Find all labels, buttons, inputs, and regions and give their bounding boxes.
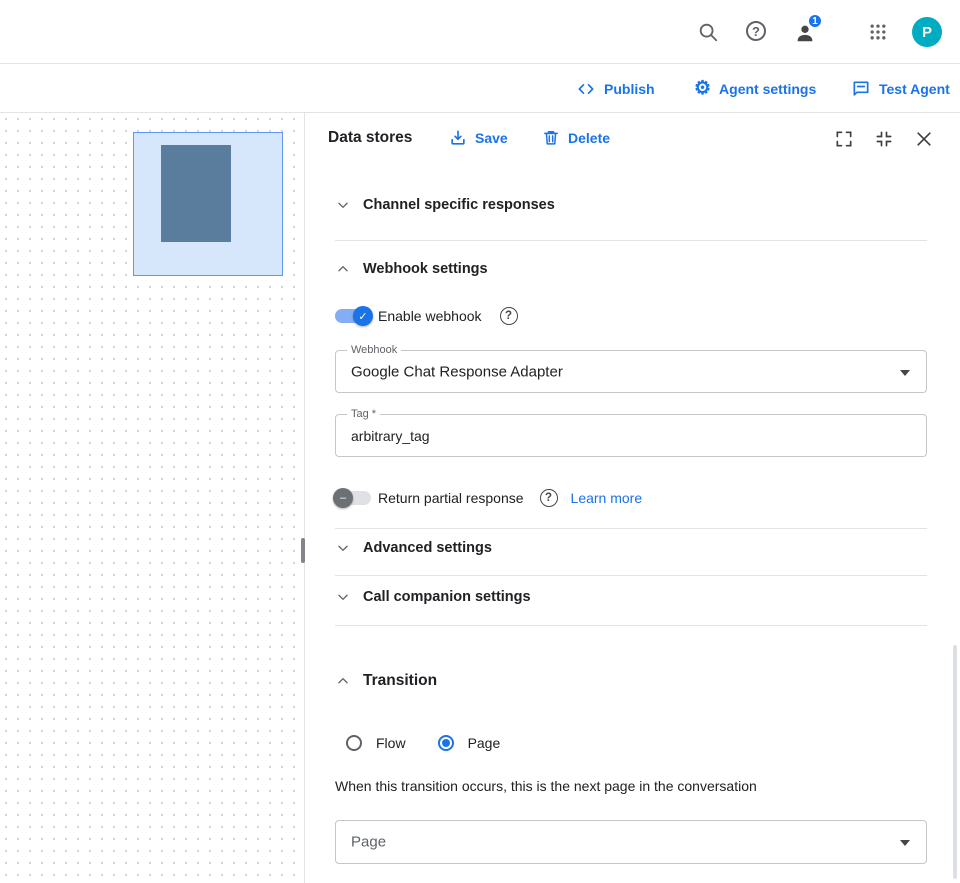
fullscreen-exit-icon[interactable] — [874, 129, 894, 149]
apps-grid-icon[interactable] — [868, 22, 888, 42]
user-avatar-letter: P — [912, 17, 942, 47]
notification-badge: 1 — [807, 13, 823, 29]
dropdown-arrow-icon — [900, 840, 910, 846]
webhook-field-value: Google Chat Response Adapter — [351, 363, 563, 380]
chevron-down-icon — [336, 198, 350, 212]
partial-response-row: – Return partial response ? Learn more — [335, 486, 642, 510]
learn-more-link[interactable]: Learn more — [571, 490, 643, 506]
section-call-companion[interactable]: Call companion settings — [336, 589, 531, 605]
divider — [335, 528, 927, 529]
divider — [335, 575, 927, 576]
section-title: Call companion settings — [363, 589, 531, 605]
section-title: Channel specific responses — [363, 197, 555, 213]
help-outline-icon[interactable]: ? — [500, 307, 518, 325]
dropdown-arrow-icon — [900, 370, 910, 376]
chat-icon — [851, 79, 871, 99]
section-title: Webhook settings — [363, 261, 488, 277]
delete-label: Delete — [568, 130, 610, 146]
divider — [335, 625, 927, 626]
section-advanced-settings[interactable]: Advanced settings — [336, 540, 492, 556]
section-title: Advanced settings — [363, 540, 492, 556]
save-label: Save — [475, 130, 508, 146]
close-icon[interactable] — [914, 129, 934, 149]
agent-toolbar: M Publish ⚙ Agent settings Test Agent — [0, 64, 960, 113]
section-title: Transition — [363, 672, 437, 690]
help-outline-icon[interactable]: ? — [540, 489, 558, 507]
topbar: ? 1 P — [0, 0, 960, 64]
chevron-up-icon — [336, 262, 350, 276]
chevron-down-icon — [336, 541, 350, 555]
flow-radio[interactable] — [346, 735, 362, 751]
panel-scrollbar[interactable] — [953, 645, 957, 879]
tag-field-value: arbitrary_tag — [351, 428, 430, 444]
flow-node[interactable] — [133, 132, 283, 276]
gear-icon: ⚙ — [694, 79, 711, 98]
save-icon — [448, 128, 468, 148]
partial-response-label: Return partial response — [378, 490, 524, 506]
publish-button[interactable]: Publish — [576, 64, 655, 113]
enable-webhook-toggle[interactable]: ✓ — [335, 309, 371, 323]
enable-webhook-label: Enable webhook — [378, 308, 482, 324]
transition-description: When this transition occurs, this is the… — [335, 778, 757, 794]
webhook-select[interactable]: Webhook Google Chat Response Adapter — [335, 350, 927, 393]
page-select[interactable]: Page — [335, 820, 927, 864]
save-button[interactable]: Save — [448, 126, 508, 150]
agent-settings-button[interactable]: ⚙ Agent settings — [694, 64, 816, 113]
delete-button[interactable]: Delete — [541, 126, 610, 150]
transition-target-radios: Flow Page — [346, 731, 500, 755]
canvas-scrollbar[interactable] — [301, 538, 305, 563]
test-agent-button[interactable]: Test Agent — [851, 64, 950, 113]
tag-input[interactable]: Tag * arbitrary_tag — [335, 414, 927, 457]
app-window: ? 1 P M Publish ⚙ Agent settings — [0, 0, 960, 883]
enable-webhook-row: ✓ Enable webhook ? — [335, 304, 518, 328]
panel-title: Data stores — [328, 129, 412, 147]
help-icon[interactable]: ? — [746, 21, 766, 41]
chevron-down-icon — [336, 590, 350, 604]
toggle-check-icon: ✓ — [353, 306, 373, 326]
page-select-value: Page — [351, 834, 386, 851]
webhook-field-label: Webhook — [347, 344, 401, 356]
chevron-up-icon — [336, 674, 350, 688]
section-transition[interactable]: Transition — [336, 672, 437, 690]
section-webhook-settings[interactable]: Webhook settings — [336, 261, 488, 277]
flow-radio-label: Flow — [376, 735, 406, 751]
flow-canvas[interactable] — [0, 113, 305, 883]
notifications-icon[interactable]: 1 — [794, 22, 816, 44]
code-icon — [576, 79, 596, 99]
user-avatar[interactable]: P — [912, 17, 942, 47]
page-radio-label: Page — [468, 735, 501, 751]
test-agent-label: Test Agent — [879, 81, 950, 97]
trash-icon — [541, 128, 561, 148]
help-glyph: ? — [746, 21, 766, 41]
toggle-dash-icon: – — [333, 488, 353, 508]
publish-label: Publish — [604, 81, 655, 97]
partial-response-toggle[interactable]: – — [335, 491, 371, 505]
fullscreen-icon[interactable] — [834, 129, 854, 149]
search-icon[interactable] — [697, 21, 719, 43]
tag-field-label: Tag * — [347, 408, 380, 420]
flow-node-preview — [161, 145, 231, 242]
agent-settings-label: Agent settings — [719, 81, 816, 97]
divider — [335, 240, 927, 241]
section-channel-responses[interactable]: Channel specific responses — [336, 197, 555, 213]
page-radio[interactable] — [438, 735, 454, 751]
